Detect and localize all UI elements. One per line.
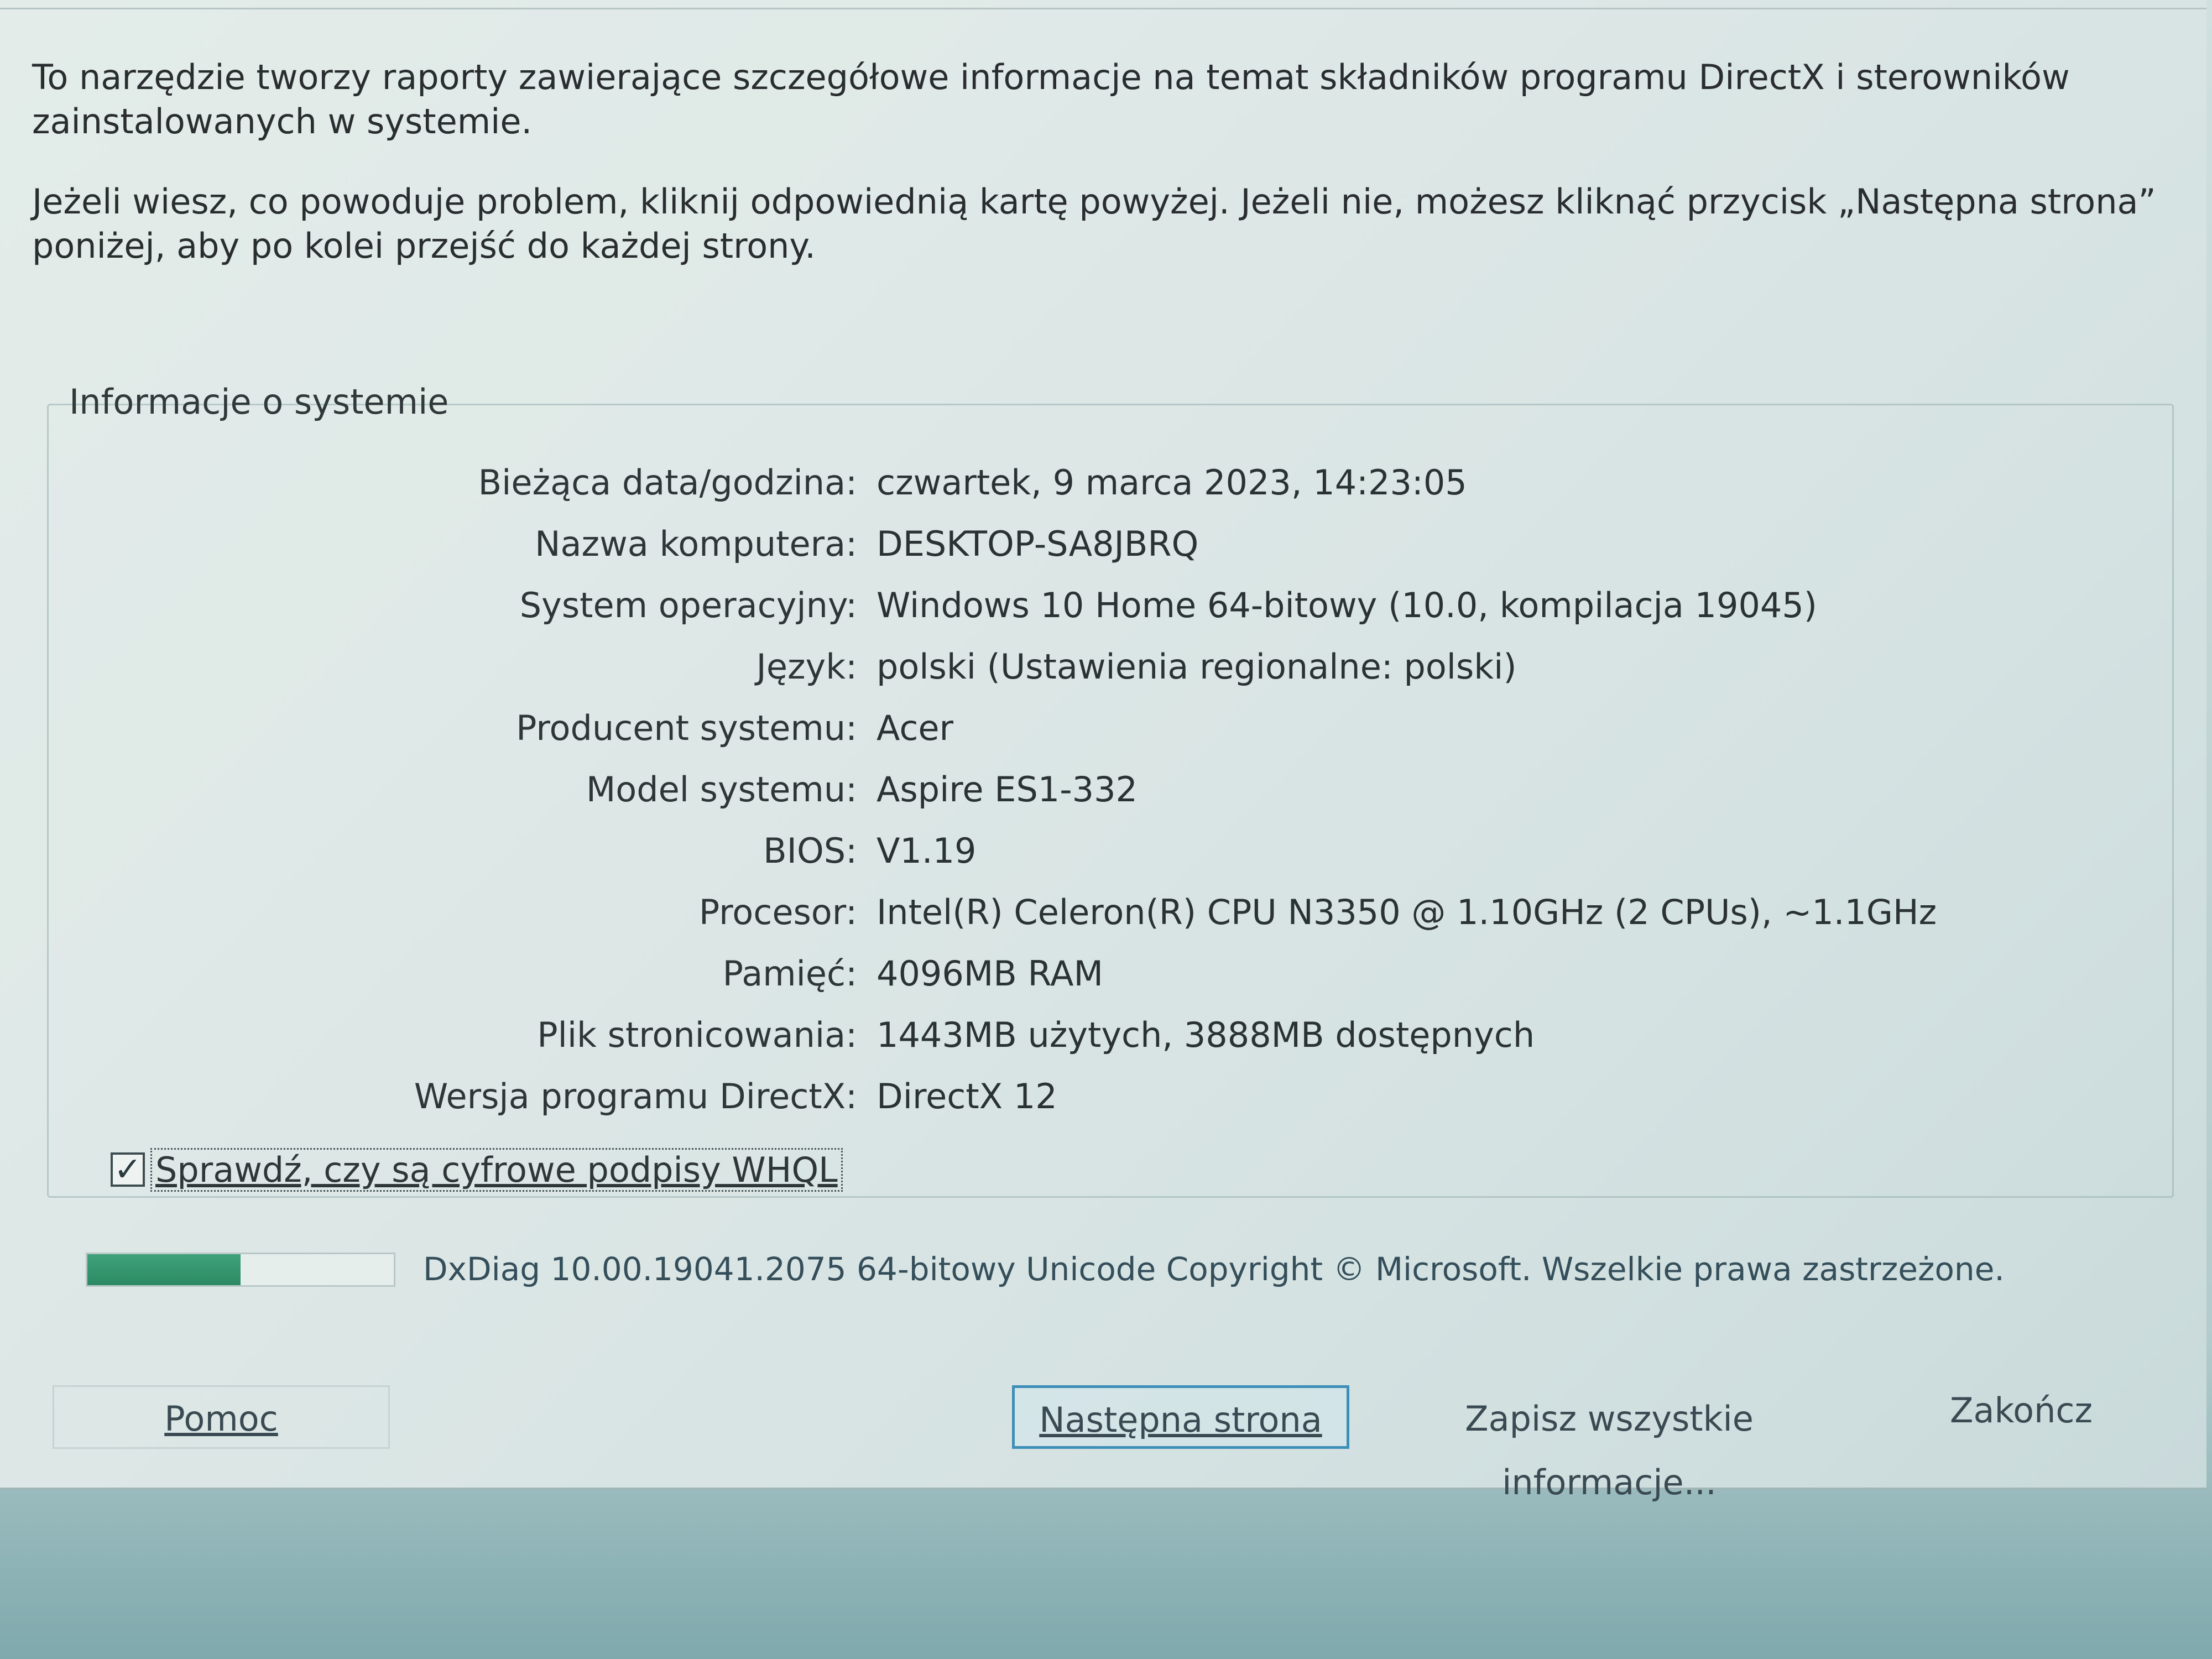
intro-text: To narzędzie tworzy raporty zawierające … <box>32 57 2070 142</box>
exit-button[interactable]: Zakończ <box>1858 1377 2184 1441</box>
system-info-value: DirectX 12 <box>877 1076 1057 1117</box>
system-info-row: Nazwa komputera: DESKTOP-SA8JBRQ <box>0 519 2206 569</box>
system-info-value: czwartek, 9 marca 2023, 14:23:05 <box>877 462 1467 503</box>
system-info-row: Model systemu: Aspire ES1-332 <box>0 765 2206 815</box>
system-info-label: System operacyjny: <box>519 585 857 625</box>
next-page-button-label: Następna strona <box>1039 1400 1322 1440</box>
system-info-label: Pamięć: <box>722 953 857 994</box>
system-info-value: Acer <box>877 708 954 748</box>
system-info-value: polski (Ustawienia regionalne: polski) <box>877 646 1517 687</box>
system-info-label: Wersja programu DirectX: <box>414 1076 857 1117</box>
system-info-title: Informacje o systemie <box>69 382 449 422</box>
copyright-text: DxDiag 10.00.19041.2075 64-bitowy Unicod… <box>423 1250 2005 1288</box>
system-info-value: V1.19 <box>877 831 977 871</box>
system-info-label: Procesor: <box>698 892 857 932</box>
system-info-row: BIOS: V1.19 <box>0 826 2206 876</box>
whql-label[interactable]: Sprawdź, czy są cyfrowe podpisy WHQL <box>150 1147 843 1192</box>
help-button-label: Pomoc <box>164 1399 278 1439</box>
system-info-label: Producent systemu: <box>516 708 857 748</box>
tab-strip <box>0 0 2206 9</box>
system-info-row: Wersja programu DirectX: DirectX 12 <box>0 1072 2206 1121</box>
system-info-row: Procesor: Intel(R) Celeron(R) CPU N3350 @… <box>0 888 2206 937</box>
system-info-label: Bieżąca data/godzina: <box>478 462 857 503</box>
help-button[interactable]: Pomoc <box>53 1385 390 1449</box>
system-info-value: 4096MB RAM <box>877 953 1103 994</box>
next-page-button[interactable]: Następna strona <box>1012 1385 1349 1449</box>
system-info-value: Windows 10 Home 64-bitowy (10.0, kompila… <box>877 585 1817 625</box>
dxdiag-window: To narzędzie tworzy raporty zawierające … <box>0 0 2206 1503</box>
whql-check[interactable]: ✓ Sprawdź, czy są cyfrowe podpisy WHQL <box>111 1147 843 1192</box>
save-all-info-button-label: Zapisz wszystkie informacje... <box>1465 1399 1754 1503</box>
whql-checkbox[interactable]: ✓ <box>111 1152 145 1187</box>
desktop-background: To narzędzie tworzy raporty zawierające … <box>0 0 2212 1659</box>
system-info-row: Język: polski (Ustawienia regionalne: pol… <box>0 642 2206 692</box>
system-info-row: Plik stronicowania: 1443MB użytych, 3888M… <box>0 1010 2206 1060</box>
system-info-label: Model systemu: <box>586 769 857 810</box>
save-all-info-button[interactable]: Zapisz wszystkie informacje... <box>1383 1385 1836 1503</box>
system-info-label: Język: <box>756 646 857 687</box>
exit-button-label: Zakończ <box>1949 1390 2093 1431</box>
system-info-row: Pamięć: 4096MB RAM <box>0 949 2206 999</box>
system-info-value: 1443MB użytych, 3888MB dostępnych <box>877 1015 1535 1055</box>
system-info-row: Bieżąca data/godzina: czwartek, 9 marca 2… <box>0 458 2206 508</box>
system-info-value: Aspire ES1-332 <box>877 769 1138 810</box>
progress-fill <box>87 1254 241 1285</box>
system-info-value: DESKTOP-SA8JBRQ <box>877 524 1199 564</box>
system-info-label: Nazwa komputera: <box>535 524 857 564</box>
system-info-row: System operacyjny: Windows 10 Home 64-bit… <box>0 581 2206 630</box>
system-info-label: BIOS: <box>763 831 857 871</box>
system-info-row: Producent systemu: Acer <box>0 703 2206 753</box>
system-info-value: Intel(R) Celeron(R) CPU N3350 @ 1.10GHz … <box>877 892 1937 932</box>
system-info-label: Plik stronicowania: <box>537 1015 857 1055</box>
progress-bar <box>86 1253 395 1287</box>
instructions-text: Jeżeli wiesz, co powoduje problem, klikn… <box>32 181 2156 266</box>
